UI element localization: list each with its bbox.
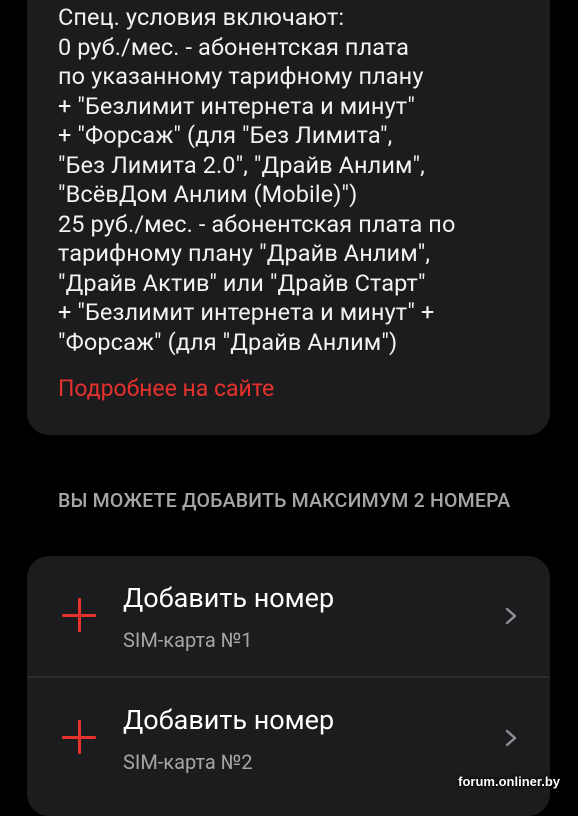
conditions-line: 25 руб./мес. - абонентская плата по xyxy=(58,209,456,238)
chevron-right-icon xyxy=(505,607,517,625)
conditions-line: тарифному плану "Драйв Анлим", xyxy=(58,239,431,267)
conditions-line: "ВсёвДом Анлим (Mobile)") xyxy=(58,180,358,208)
conditions-line: по указанному тарифному плану xyxy=(58,62,424,90)
conditions-line: Спец. условия включают: xyxy=(58,3,345,31)
plus-icon xyxy=(62,598,96,632)
conditions-line: "Без Лимита 2.0", "Драйв Анлим", xyxy=(58,150,425,179)
more-on-website-link[interactable]: Подробнее на сайте xyxy=(58,373,274,405)
conditions-line: + "Безлимит интернета и минут" xyxy=(58,91,415,120)
add-number-title: Добавить номер xyxy=(123,704,335,736)
watermark: forum.onliner.by xyxy=(458,774,560,789)
conditions-line: "Драйв Актив" или "Драйв Старт" xyxy=(58,268,426,297)
tariff-conditions-text: Спец. условия включают: 0 руб./мес. - аб… xyxy=(58,3,548,357)
chevron-right-icon xyxy=(505,729,517,747)
sim-card-label: SIM-карта №1 xyxy=(123,628,253,652)
conditions-line: 0 руб./мес. - абонентская плата xyxy=(58,32,410,61)
conditions-line: + "Форсаж" (для "Без Лимита", xyxy=(58,121,393,149)
plus-icon xyxy=(62,720,96,754)
add-number-title: Добавить номер xyxy=(123,582,335,614)
conditions-line: + "Безлимит интернета и минут" + xyxy=(58,298,435,326)
add-number-sim1-row[interactable]: Добавить номер SIM-карта №1 xyxy=(27,556,550,676)
conditions-line: "Форсаж" (для "Драйв Анлим") xyxy=(58,327,398,356)
add-numbers-section-header: ВЫ МОЖЕТЕ ДОБАВИТЬ МАКСИМУМ 2 НОМЕРА xyxy=(58,489,511,512)
sim-card-label: SIM-карта №2 xyxy=(123,750,253,774)
